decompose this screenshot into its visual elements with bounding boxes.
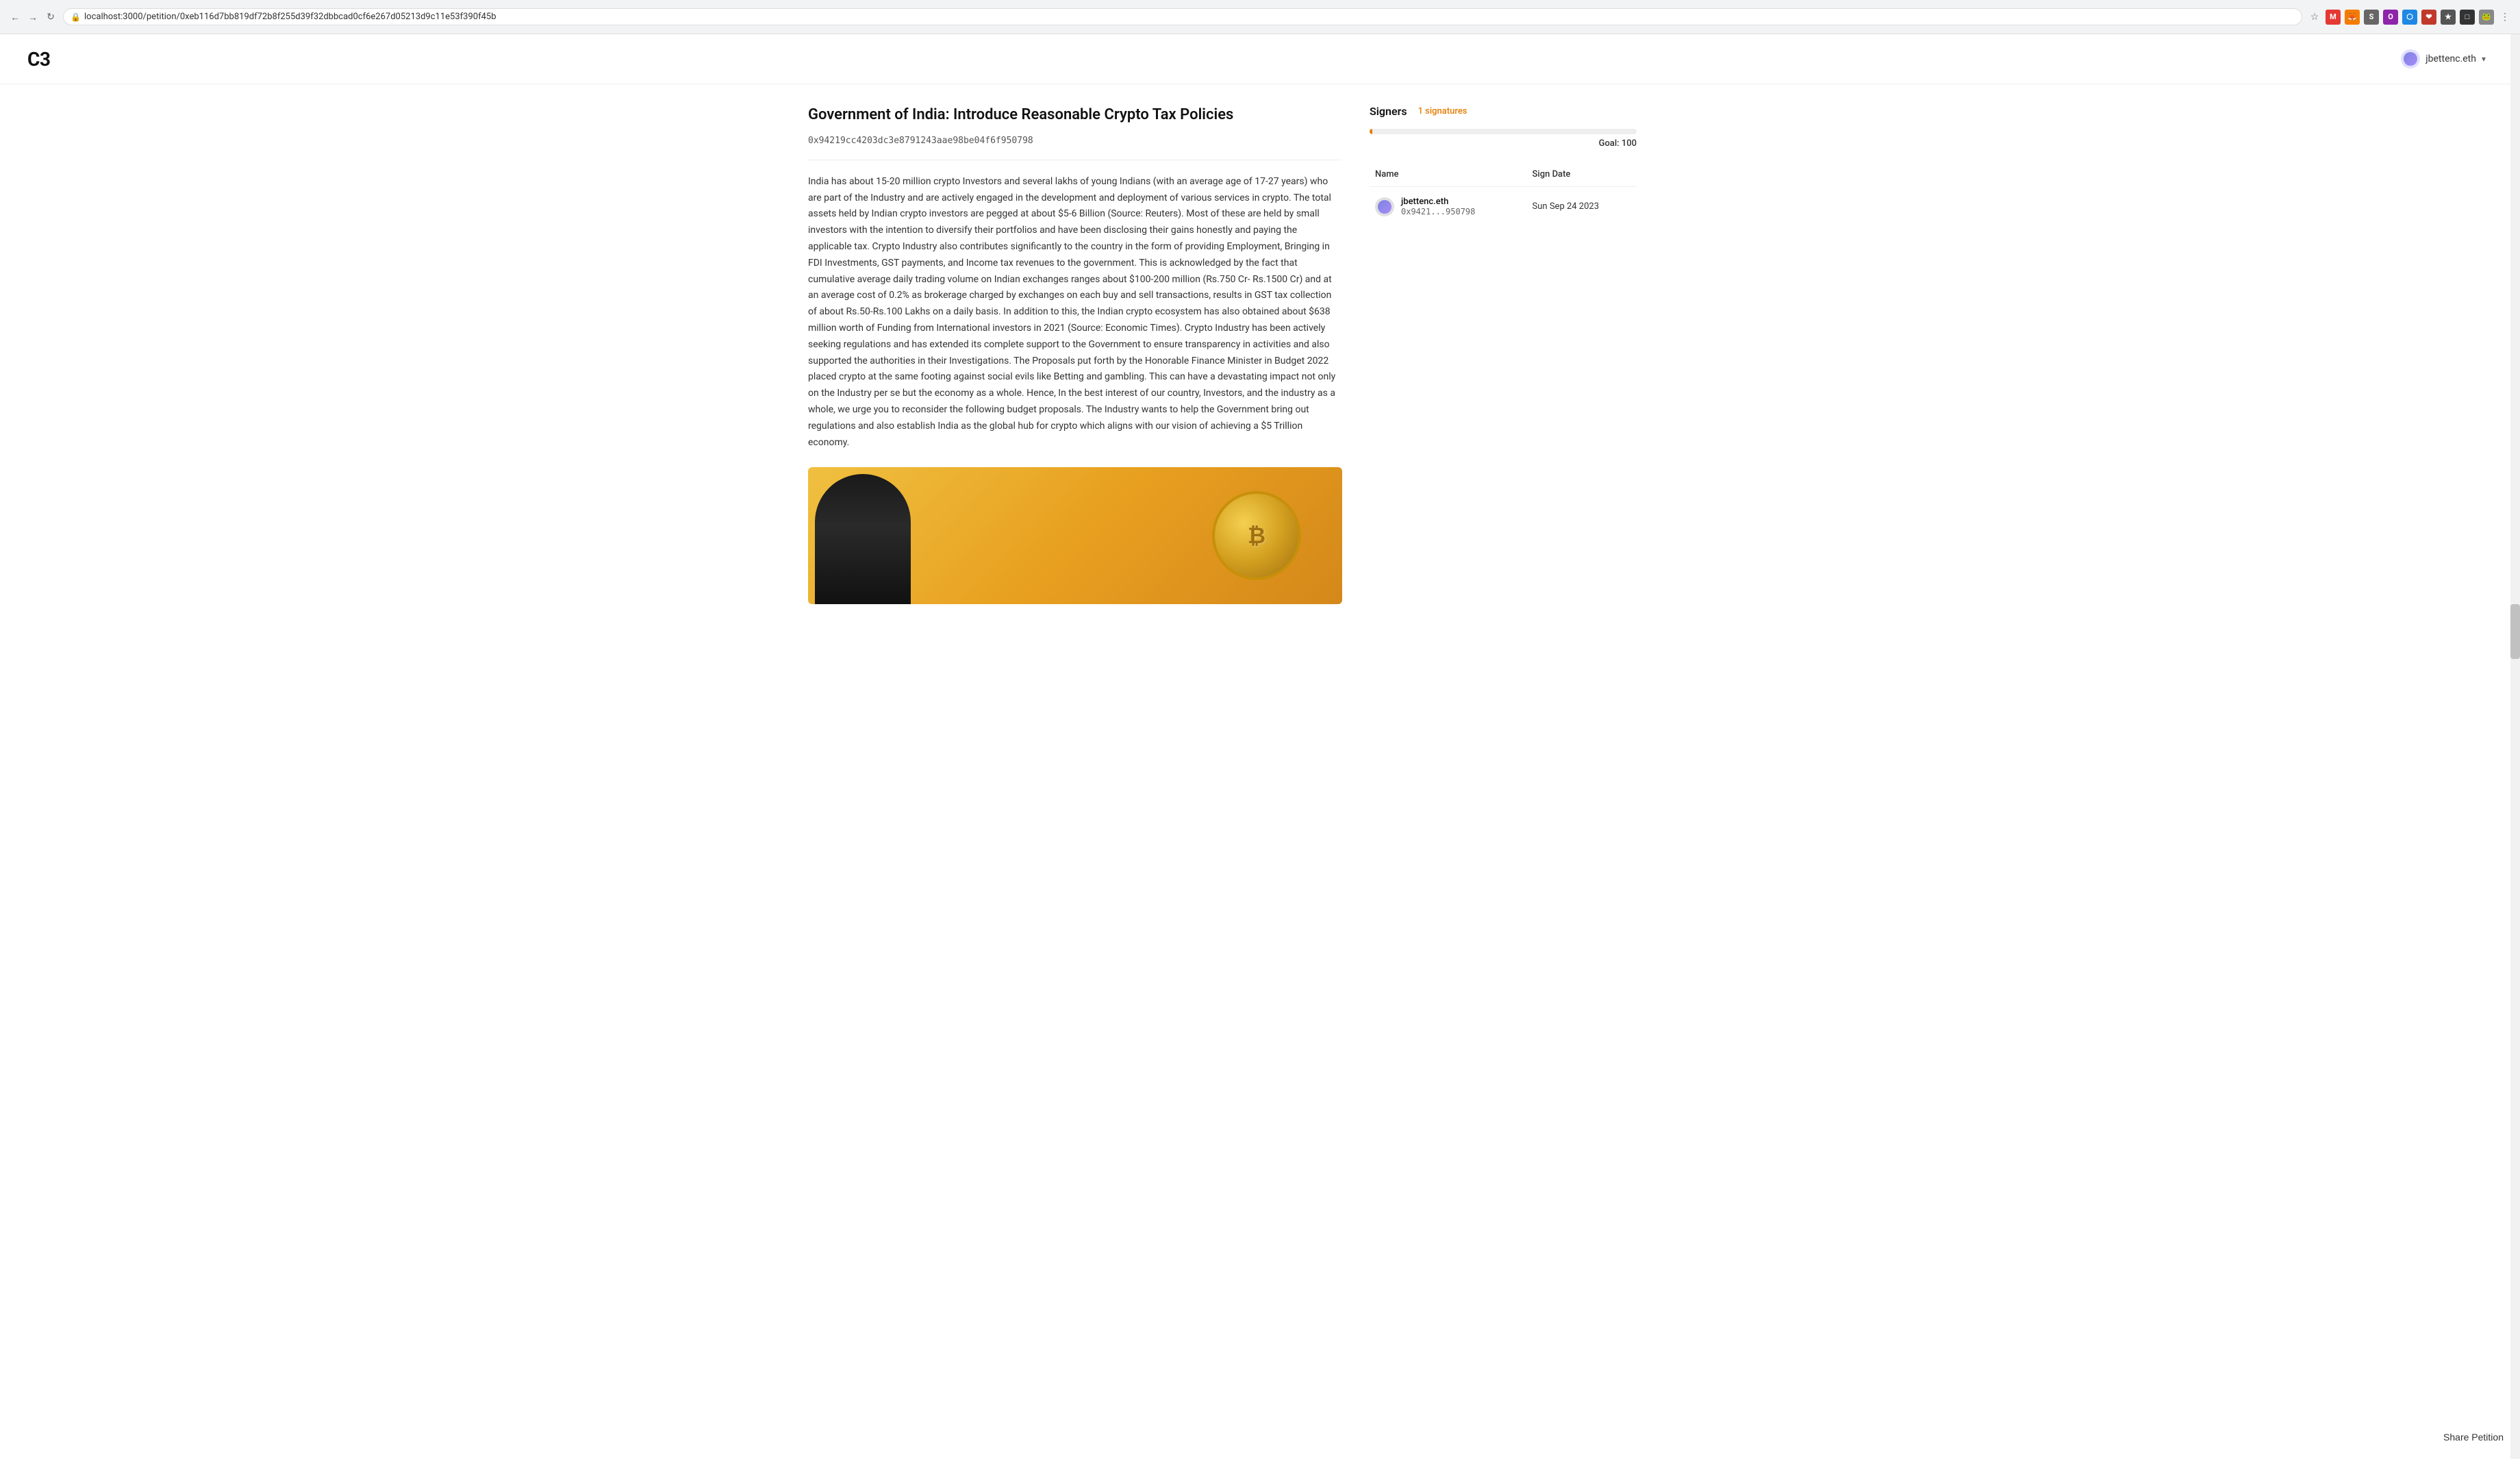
page-wrapper: C3 jbettenc.eth ▾ Government of India: I… <box>0 34 2520 1459</box>
ext-2[interactable]: S <box>2364 10 2379 25</box>
petition-title: Government of India: Introduce Reasonabl… <box>808 105 1342 126</box>
ext-7[interactable]: □ <box>2460 10 2475 25</box>
forward-button[interactable]: → <box>26 10 40 24</box>
column-sign-date: Sign Date <box>1527 162 1637 187</box>
signer-avatar <box>1375 197 1394 216</box>
lock-icon: 🔒 <box>71 12 81 22</box>
petition-image: ₿ <box>808 467 1342 604</box>
progress-bar-container <box>1370 129 1637 134</box>
ext-5[interactable]: ❤ <box>2421 10 2436 25</box>
signers-header: Signers 1 signatures <box>1370 105 1637 118</box>
back-button[interactable]: ← <box>8 10 22 24</box>
reload-button[interactable]: ↻ <box>44 10 58 24</box>
url-text: localhost:3000/petition/0xeb116d7bb819df… <box>84 12 496 22</box>
progress-bar-fill <box>1370 129 1372 134</box>
user-name: jbettenc.eth <box>2426 53 2476 64</box>
progress-section: Goal: 100 <box>1370 129 1637 149</box>
ext-metamask[interactable]: M <box>2326 10 2341 25</box>
table-row: jbettenc.eth 0x9421...950798 Sun Sep 24 … <box>1370 187 1637 227</box>
signers-title: Signers <box>1370 105 1407 118</box>
avatar <box>2401 49 2420 68</box>
ext-3[interactable]: O <box>2383 10 2398 25</box>
bitcoin-coin: ₿ <box>1212 491 1301 580</box>
progress-goal: Goal: 100 <box>1370 138 1637 149</box>
main-content: Government of India: Introduce Reasonabl… <box>781 84 1739 625</box>
petition-body: India has about 15-20 million crypto Inv… <box>808 174 1342 451</box>
signer-address: 0x9421...950798 <box>1401 207 1475 216</box>
app-header: C3 jbettenc.eth ▾ <box>0 34 2520 84</box>
share-petition-button[interactable]: Share Petition <box>2443 1432 2504 1443</box>
ext-4[interactable]: ⬡ <box>2402 10 2417 25</box>
signer-name-cell: jbettenc.eth 0x9421...950798 <box>1370 187 1527 227</box>
person-silhouette <box>815 474 911 604</box>
avatar-image <box>2404 52 2417 66</box>
signers-table: Name Sign Date jbettenc.eth 0x9421...950… <box>1370 162 1637 226</box>
signer-avatar-image <box>1378 200 1391 214</box>
chevron-down-icon: ▾ <box>2482 54 2486 64</box>
signers-table-body: jbettenc.eth 0x9421...950798 Sun Sep 24 … <box>1370 187 1637 227</box>
address-bar[interactable]: 🔒 localhost:3000/petition/0xeb116d7bb819… <box>63 8 2302 25</box>
petition-address: 0x94219cc4203dc3e8791243aae98be04f6f9507… <box>808 136 1342 160</box>
ext-6[interactable]: ★ <box>2441 10 2456 25</box>
signer-name: jbettenc.eth <box>1401 197 1475 207</box>
petition-content: Government of India: Introduce Reasonabl… <box>808 105 1342 604</box>
browser-chrome: ← → ↻ 🔒 localhost:3000/petition/0xeb116d… <box>0 0 2520 34</box>
ext-1[interactable]: 🦊 <box>2345 10 2360 25</box>
signatures-badge: 1 signatures <box>1418 106 1467 116</box>
browser-menu-icon[interactable]: ⋮ <box>2498 10 2512 24</box>
browser-controls: ← → ↻ <box>8 10 58 24</box>
browser-extensions: ☆ M 🦊 S O ⬡ ❤ ★ □ 🐸 ⋮ <box>2308 10 2512 25</box>
scrollbar-area[interactable] <box>2510 34 2520 1459</box>
signer-details: jbettenc.eth 0x9421...950798 <box>1401 197 1475 216</box>
bookmark-icon[interactable]: ☆ <box>2308 10 2321 24</box>
signer-info: jbettenc.eth 0x9421...950798 <box>1375 197 1522 216</box>
ext-8[interactable]: 🐸 <box>2479 10 2494 25</box>
scrollbar-thumb[interactable] <box>2510 604 2520 659</box>
app-logo: C3 <box>27 48 50 71</box>
user-menu[interactable]: jbettenc.eth ▾ <box>2394 45 2493 73</box>
signer-date-cell: Sun Sep 24 2023 <box>1527 187 1637 227</box>
signers-panel: Signers 1 signatures Goal: 100 Name Sign… <box>1370 105 1637 604</box>
column-name: Name <box>1370 162 1527 187</box>
signers-table-head: Name Sign Date <box>1370 162 1637 187</box>
